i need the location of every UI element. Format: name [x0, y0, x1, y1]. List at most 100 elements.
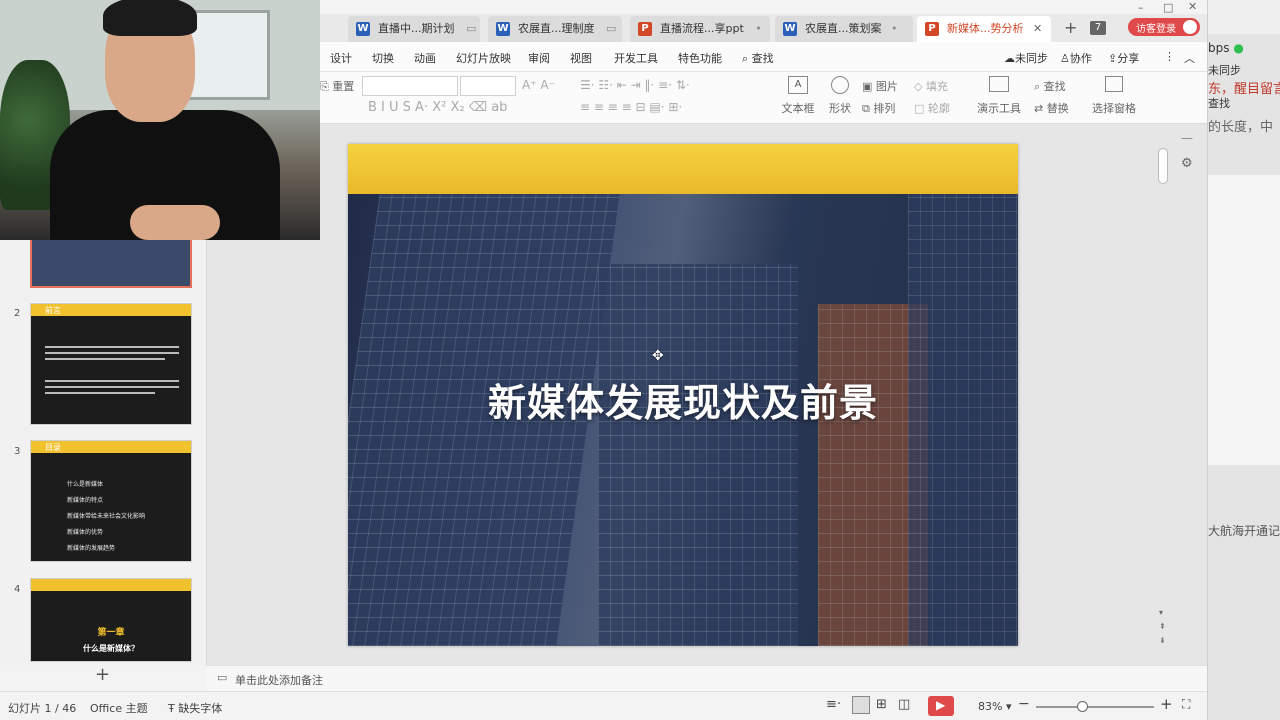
menu-search[interactable]: ⌕ 查找 [742, 50, 774, 66]
menu-design[interactable]: 设计 [330, 50, 352, 66]
zoom-in-icon[interactable]: + [1160, 695, 1173, 713]
next-slide-icon[interactable]: ⇟ [1159, 636, 1166, 645]
prev-slide-icon[interactable]: ⇞ [1159, 622, 1166, 631]
tab-doc-2[interactable]: W 农展直...理制度 ▭ [488, 16, 622, 42]
thumbnail-slide-3[interactable]: 目录 什么是新媒体 新媒体的特点 新媒体带给未来社会文化影响 新媒体的优势 新媒… [30, 440, 192, 562]
network-speed-label: bps [1208, 41, 1230, 55]
panel-collapse-icon[interactable]: — [1181, 131, 1193, 145]
guest-login-button[interactable]: 访客登录 [1128, 18, 1200, 36]
tab-doc-3[interactable]: P 直播流程...享ppt • [630, 16, 770, 42]
minimize-icon[interactable]: – [1138, 1, 1144, 14]
font-size-select[interactable] [460, 76, 516, 96]
reset-button[interactable]: ⎘ 重置 [320, 78, 354, 94]
textbox-icon: A [788, 76, 808, 94]
list-format-icons[interactable]: ☰· ☷· ⇤ ⇥ ‖· ≡· ⇅· [580, 78, 690, 92]
font-format-icons[interactable]: B I U S A· X² X₂ ⌫ ab [368, 100, 507, 115]
thumbnail-number: 4 [14, 584, 21, 595]
tab-close-icon[interactable]: ▭ [606, 22, 616, 35]
presentation-icon [989, 76, 1009, 92]
webcam-video-overlay [0, 0, 320, 240]
fill-button[interactable]: ◇ 填充 [914, 78, 948, 94]
thumbnail-text-line [45, 392, 155, 394]
notes-toggle-icon[interactable]: ≡· [826, 697, 841, 712]
new-tab-plus-icon[interactable]: + [1064, 18, 1077, 37]
tab-count-badge[interactable]: 7 [1090, 21, 1106, 35]
status-dot-icon: ● [1233, 41, 1244, 55]
normal-view-icon[interactable] [852, 696, 870, 714]
menu-review[interactable]: 审阅 [528, 50, 550, 66]
picture-button[interactable]: ▣ 图片 [862, 78, 898, 94]
webcam-presenter-hair [103, 0, 197, 36]
shape-button[interactable]: 形状 [824, 76, 856, 120]
sorter-view-icon[interactable]: ⊞ [876, 697, 887, 712]
maximize-icon[interactable]: □ [1163, 1, 1173, 14]
thumbnail-slide-4[interactable]: 第一章 什么是新媒体？ [30, 578, 192, 662]
thumbnail-slide-2[interactable]: 前言 [30, 303, 192, 425]
collapse-ribbon-icon[interactable]: ︿ [1184, 50, 1195, 66]
play-slideshow-button[interactable]: ▶ [928, 696, 954, 716]
tab-close-icon[interactable]: ✕ [1033, 22, 1042, 35]
missing-font-button[interactable]: Ŧ 缺失字体 [168, 700, 222, 716]
current-slide[interactable]: 新媒体发展现状及前景 [348, 144, 1018, 646]
outline-icon: □ [914, 102, 928, 115]
thumbnail-subtitle: 什么是新媒体？ [83, 644, 139, 653]
shape-icon [831, 76, 849, 94]
close-icon[interactable]: ✕ [1188, 0, 1197, 13]
toc-item: 什么是新媒体 [67, 481, 104, 488]
selection-pane-button[interactable]: 选择窗格 [1090, 76, 1138, 120]
add-slide-plus-icon[interactable]: + [95, 664, 110, 685]
font-name-select[interactable] [362, 76, 458, 96]
document-tab-bar: W 直播中...期计划 ▭ W 农展直...理制度 ▭ P 直播流程...享pp… [320, 14, 1207, 42]
tab-doc-1[interactable]: W 直播中...期计划 ▭ [348, 16, 480, 42]
tab-label: 农展直...策划案 [805, 22, 882, 35]
textbox-label: 文本框 [781, 102, 815, 115]
fit-window-icon[interactable]: ⛶ [1182, 697, 1190, 712]
toc-item: 新媒体的优势 [67, 529, 104, 536]
align-icons[interactable]: ≡ ≡ ≡ ≡ ⊟ ▤· ⊞· [580, 100, 682, 114]
present-tools-button[interactable]: 演示工具 [974, 76, 1024, 120]
thumbnail-slide-1-selected[interactable] [30, 238, 192, 288]
menu-slideshow[interactable]: 幻灯片放映 [456, 50, 511, 66]
share-button[interactable]: ⇪分享 [1108, 50, 1139, 66]
thumbnail-header-band [31, 579, 191, 591]
vertical-scrollbar[interactable]: ▾ ⇞ ⇟ [1157, 140, 1169, 650]
properties-panel-icon[interactable]: ⚙ [1181, 156, 1193, 171]
textbox-button[interactable]: A 文本框 [778, 76, 818, 120]
scroll-thumb[interactable] [1158, 148, 1168, 184]
thumbnail-text-line [45, 380, 179, 382]
replace-button[interactable]: ⇄ 替换 [1034, 100, 1069, 116]
slide-title[interactable]: 新媒体发展现状及前景 [348, 372, 1018, 427]
notes-area[interactable]: ▭ 单击此处添加备注 [207, 665, 1207, 691]
find-button[interactable]: ⌕ 查找 [1034, 78, 1066, 94]
tab-doc-4[interactable]: W 农展直...策划案 • [775, 16, 913, 42]
thumbnail-text-line [45, 346, 179, 348]
sync-status[interactable]: ☁未同步 [1004, 50, 1048, 66]
menu-features[interactable]: 特色功能 [678, 50, 722, 66]
thumbnail-text-line [45, 386, 179, 388]
zoom-slider-thumb[interactable] [1077, 701, 1088, 712]
arrange-icon: ⧉ [862, 102, 874, 115]
find-icon: ⌕ [1034, 80, 1044, 93]
present-tools-label: 演示工具 [977, 102, 1021, 115]
menu-transition[interactable]: 切换 [372, 50, 394, 66]
zoom-select[interactable]: 83% ▾ [978, 700, 1011, 713]
outline-label: 轮廓 [927, 102, 950, 115]
status-bar: 幻灯片 1 / 46 Office 主题 Ŧ 缺失字体 ≡· ⊞ ◫ ▶ 83%… [0, 691, 1207, 720]
theme-name[interactable]: Office 主题 [90, 700, 148, 716]
collab-button[interactable]: ♙协作 [1060, 50, 1092, 66]
tab-close-icon[interactable]: ▭ [466, 22, 476, 35]
arrange-button[interactable]: ⧉ 排列 [862, 100, 895, 116]
zoom-out-icon[interactable]: − [1018, 696, 1030, 712]
tab-doc-5-active[interactable]: P 新媒体...势分析 ✕ [917, 16, 1051, 42]
menu-animation[interactable]: 动画 [414, 50, 436, 66]
reading-view-icon[interactable]: ◫ [898, 697, 910, 712]
zoom-slider[interactable] [1036, 701, 1154, 712]
outline-button[interactable]: □ 轮廓 [914, 100, 950, 116]
sync-label: 未同步 [1015, 52, 1048, 65]
scroll-down-icon[interactable]: ▾ [1159, 608, 1163, 617]
more-options-icon[interactable]: ⋮ [1164, 50, 1175, 63]
menu-view[interactable]: 视图 [570, 50, 592, 66]
font-grow-icon[interactable]: A⁺ A⁻ [522, 78, 555, 92]
menu-developer[interactable]: 开发工具 [614, 50, 658, 66]
play-icon: ▶ [936, 698, 946, 712]
